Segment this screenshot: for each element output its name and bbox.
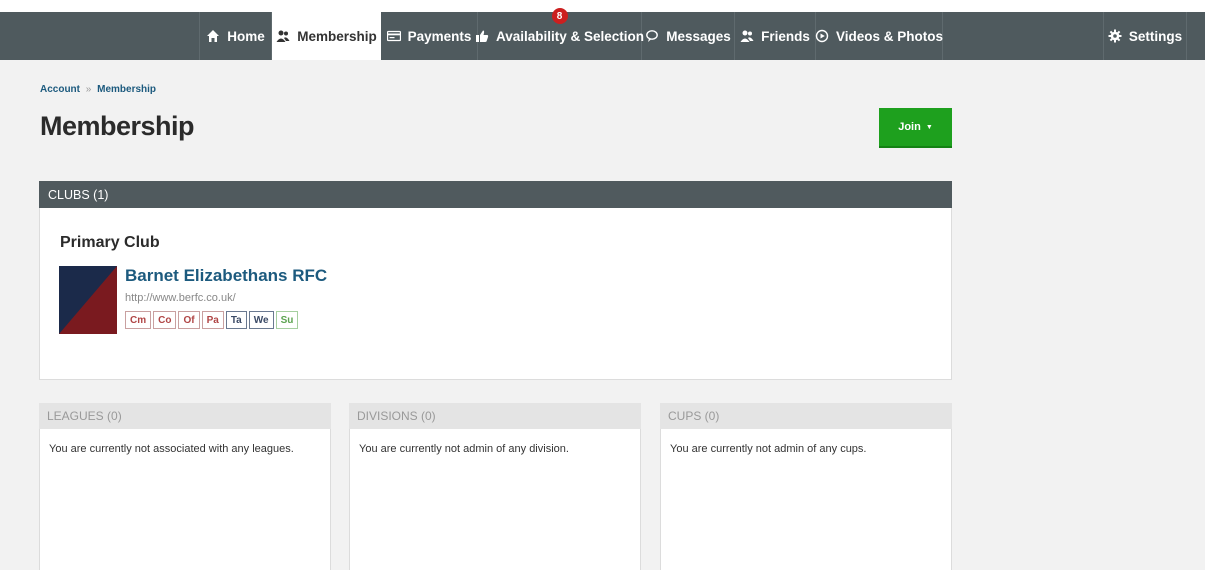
gear-icon	[1108, 29, 1122, 43]
role-badge: Of	[178, 311, 200, 329]
nav-availability-selection[interactable]: 8 Availability & Selection	[475, 8, 645, 60]
role-badge: We	[248, 311, 274, 329]
nav-friends[interactable]: Friends	[735, 12, 816, 60]
nav-messages[interactable]: Messages	[642, 12, 735, 60]
breadcrumb-current[interactable]: Membership	[97, 84, 156, 95]
nav-friends-label: Friends	[761, 28, 810, 44]
nav-spacer	[0, 12, 200, 60]
nav-payments[interactable]: Payments	[381, 12, 478, 60]
role-badge: Pa	[201, 311, 224, 329]
cups-panel-header: CUPS (0)	[660, 403, 952, 429]
home-icon	[206, 29, 220, 43]
nav-membership[interactable]: Membership	[272, 12, 381, 60]
nav-home-label: Home	[227, 28, 265, 44]
play-circle-icon	[815, 29, 829, 43]
club-logo[interactable]	[59, 266, 117, 334]
clubs-panel-header: CLUBS (1)	[39, 181, 952, 208]
card-icon	[386, 29, 401, 43]
join-button[interactable]: Join ▼	[879, 108, 952, 148]
nav-payments-label: Payments	[407, 28, 472, 44]
top-strip	[0, 0, 1205, 12]
nav-videos-label: Videos & Photos	[835, 28, 944, 44]
role-badge: Su	[275, 311, 299, 329]
nav-settings[interactable]: Settings	[1103, 12, 1187, 60]
join-button-label: Join	[898, 121, 921, 133]
thumbs-up-icon	[475, 29, 489, 43]
leagues-panel: You are currently not associated with an…	[39, 429, 331, 570]
club-name-link[interactable]: Barnet Elizabethans RFC	[125, 266, 327, 286]
caret-down-icon: ▼	[925, 123, 933, 131]
leagues-empty-message: You are currently not associated with an…	[49, 443, 294, 455]
nav-settings-label: Settings	[1128, 28, 1183, 44]
club-roles: Cm Co Of Pa Ta We Su	[125, 311, 300, 329]
divisions-empty-message: You are currently not admin of any divis…	[359, 443, 569, 455]
breadcrumb-account-link[interactable]: Account	[40, 84, 80, 95]
club-url: http://www.berfc.co.uk/	[125, 292, 236, 304]
leagues-panel-header: LEAGUES (0)	[39, 403, 331, 429]
page-title: Membership	[40, 111, 195, 141]
nav-availability-label: Availability & Selection	[495, 28, 645, 44]
users-icon	[740, 29, 754, 43]
nav-videos-photos[interactable]: Videos & Photos	[815, 12, 944, 60]
primary-club-heading: Primary Club	[60, 234, 160, 251]
nav-home[interactable]: Home	[200, 12, 272, 60]
cups-panel: You are currently not admin of any cups.	[660, 429, 952, 570]
users-icon	[276, 29, 290, 43]
clubs-panel: Primary Club Barnet Elizabethans RFC htt…	[39, 208, 952, 380]
chat-bubble-icon	[645, 29, 659, 43]
cups-empty-message: You are currently not admin of any cups.	[670, 443, 867, 455]
role-badge: Ta	[225, 311, 247, 329]
notification-badge: 8	[551, 8, 568, 24]
nav-messages-label: Messages	[666, 28, 731, 44]
nav-membership-label: Membership	[297, 28, 377, 44]
role-badge: Cm	[125, 311, 152, 329]
role-badge: Co	[153, 311, 177, 329]
divisions-panel-header: DIVISIONS (0)	[349, 403, 641, 429]
main-navigation: Home Membership Payments 8 Availability …	[0, 8, 1205, 60]
divisions-panel: You are currently not admin of any divis…	[349, 429, 641, 570]
breadcrumb-separator: »	[85, 84, 92, 95]
breadcrumb: Account » Membership	[40, 84, 156, 95]
